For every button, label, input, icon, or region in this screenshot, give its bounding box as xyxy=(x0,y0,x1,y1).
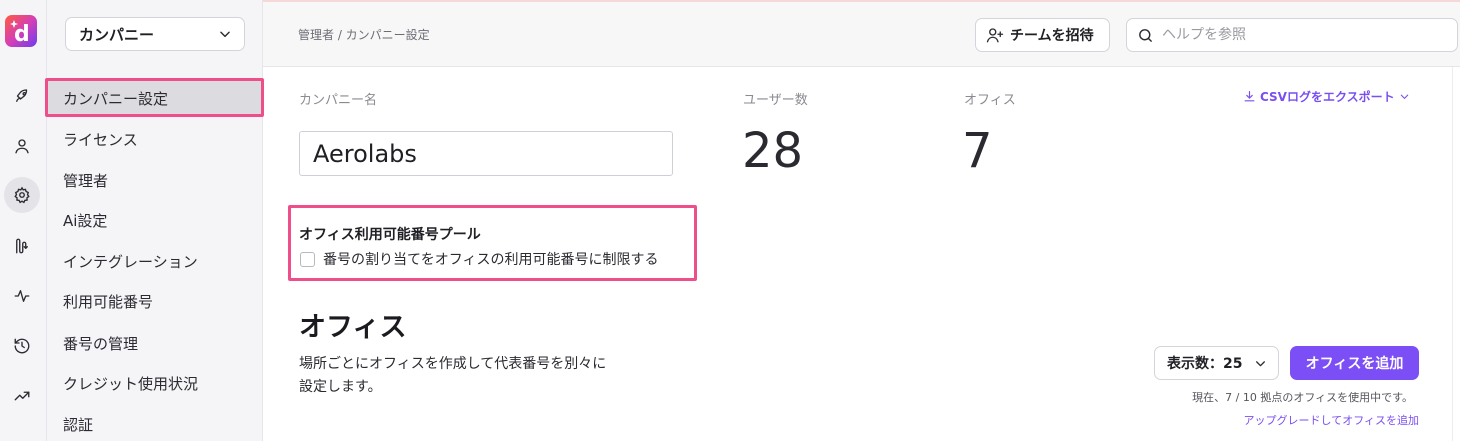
chevron-down-icon xyxy=(1400,94,1408,99)
invite-team-label: チームを招待 xyxy=(1010,28,1094,44)
office-count-label: オフィス xyxy=(964,93,1016,108)
upgrade-link[interactable]: アップグレードしてオフィスを追加 xyxy=(1244,412,1419,428)
company-name-input[interactable] xyxy=(299,131,673,176)
help-search[interactable] xyxy=(1126,18,1458,52)
rocket-icon[interactable] xyxy=(4,78,40,114)
nav-item-licenses[interactable]: ライセンス xyxy=(47,120,263,158)
scrollbar-track[interactable] xyxy=(1452,67,1453,441)
route-icon[interactable] xyxy=(4,228,40,264)
chevron-down-icon xyxy=(1256,360,1265,366)
activity-icon[interactable] xyxy=(4,278,40,314)
description-line: 設定します。 xyxy=(299,379,382,395)
settings-nav: カンパニー カンパニー設定 ライセンス 管理者 Ai設定 インテグレーション 利… xyxy=(47,0,263,441)
nav-item-label: 番号の管理 xyxy=(63,334,139,353)
user-count-value: 28 xyxy=(742,123,804,179)
company-select[interactable]: カンパニー xyxy=(65,17,245,51)
nav-item-authentication[interactable]: 認証 xyxy=(47,405,263,441)
nav-item-ai-settings[interactable]: Ai設定 xyxy=(47,201,263,239)
user-icon[interactable] xyxy=(4,128,40,164)
office-count-value: 7 xyxy=(962,123,993,179)
export-csv-button[interactable]: CSVログをエクスポート xyxy=(1243,88,1410,105)
description-line: 場所ごとにオフィスを作成して代表番号を別々に xyxy=(299,356,607,372)
nav-item-label: Ai設定 xyxy=(63,211,108,230)
gear-icon[interactable] xyxy=(4,177,40,213)
app-logo[interactable]: d xyxy=(5,15,37,47)
nav-item-label: インテグレーション xyxy=(63,252,198,271)
icon-rail: d xyxy=(0,0,47,441)
highlight-frame-nav xyxy=(45,78,264,117)
user-count-label: ユーザー数 xyxy=(743,93,808,108)
nav-item-admins[interactable]: 管理者 xyxy=(47,161,263,199)
number-pool-title: オフィス利用可能番号プール xyxy=(299,227,481,243)
nav-item-label: ライセンス xyxy=(63,130,138,149)
export-csv-label: CSVログをエクスポート xyxy=(1260,90,1395,104)
nav-item-label: 管理者 xyxy=(63,171,109,190)
add-office-button[interactable]: オフィスを追加 xyxy=(1290,346,1419,380)
page-size-label: 表示数：25 xyxy=(1167,356,1243,372)
nav-item-credit-usage[interactable]: クレジット使用状況 xyxy=(47,364,263,402)
trending-icon[interactable] xyxy=(4,378,40,414)
company-name-label: カンパニー名 xyxy=(299,93,378,108)
nav-item-label: クレジット使用状況 xyxy=(63,374,199,393)
invite-team-button[interactable]: チームを招待 xyxy=(975,18,1110,52)
nav-item-number-management[interactable]: 番号の管理 xyxy=(47,324,263,362)
nav-item-label: 認証 xyxy=(63,415,94,434)
download-icon xyxy=(1244,91,1255,102)
help-search-input[interactable] xyxy=(1162,27,1442,43)
restrict-numbers-label: 番号の割り当てをオフィスの利用可能番号に制限する xyxy=(323,252,659,268)
nav-item-available-numbers[interactable]: 利用可能番号 xyxy=(47,282,263,320)
chevron-down-icon xyxy=(220,31,230,38)
search-icon xyxy=(1139,28,1152,42)
top-header: 管理者 / カンパニー設定 チームを招待 xyxy=(263,2,1460,67)
nav-item-label: 利用可能番号 xyxy=(63,292,154,311)
company-select-label: カンパニー xyxy=(79,25,155,44)
office-usage-text: 現在、7 / 10 拠点のオフィスを使用中です。 xyxy=(1192,391,1413,404)
nav-item-integrations[interactable]: インテグレーション xyxy=(47,242,263,280)
offices-section-title: オフィス xyxy=(299,312,407,343)
user-plus-icon xyxy=(986,28,1004,43)
breadcrumb: 管理者 / カンパニー設定 xyxy=(298,28,430,42)
history-icon[interactable] xyxy=(4,328,40,364)
svg-text:d: d xyxy=(14,22,30,47)
restrict-numbers-option[interactable]: 番号の割り当てをオフィスの利用可能番号に制限する xyxy=(300,249,658,269)
offices-section-description: 場所ごとにオフィスを作成して代表番号を別々に 設定します。 xyxy=(299,353,639,399)
restrict-numbers-checkbox[interactable] xyxy=(300,251,315,267)
page-size-select[interactable]: 表示数：25 xyxy=(1154,346,1279,380)
